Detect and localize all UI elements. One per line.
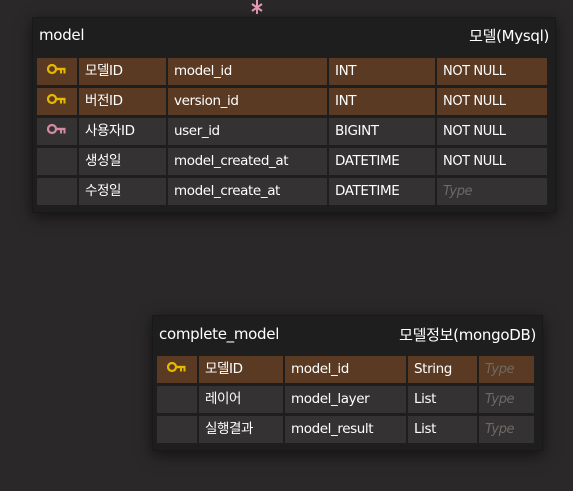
table-logical-name: 모델정보(mongoDB) <box>399 325 536 344</box>
column-physical-name[interactable]: model_created_at <box>168 148 329 175</box>
table-physical-name: complete_model <box>159 325 280 343</box>
column-row[interactable]: 생성일 model_created_at DATETIME NOT NULL <box>37 148 551 175</box>
column-list: 모델ID model_id INT NOT NULL 버전ID version_id INT… <box>33 58 555 212</box>
key-cell <box>157 356 199 383</box>
key-cell <box>37 88 79 115</box>
column-physical-name[interactable]: model_id <box>285 356 408 383</box>
column-row[interactable]: 버전ID version_id INT NOT NULL <box>37 88 551 115</box>
column-data-type[interactable]: DATETIME <box>329 148 437 175</box>
column-logical-name[interactable]: 사용자ID <box>79 118 168 145</box>
column-row[interactable]: 수정일 model_create_at DATETIME Type <box>37 178 551 205</box>
column-physical-name[interactable]: model_layer <box>285 386 408 413</box>
column-data-type[interactable]: DATETIME <box>329 178 437 205</box>
column-row[interactable]: 사용자ID user_id BIGINT NOT NULL <box>37 118 551 145</box>
column-physical-name[interactable]: model_result <box>285 416 408 443</box>
entity-table-complete-model[interactable]: complete_model 모델정보(mongoDB) 모델ID model_i… <box>152 315 543 451</box>
key-cell <box>37 148 79 175</box>
column-nullability[interactable]: Type <box>437 178 547 205</box>
column-logical-name[interactable]: 버전ID <box>79 88 168 115</box>
key-cell <box>37 58 79 85</box>
key-cell <box>37 118 79 145</box>
column-data-type[interactable]: List <box>408 416 479 443</box>
column-physical-name[interactable]: model_create_at <box>168 178 329 205</box>
key-icon <box>46 58 67 85</box>
entity-table-model[interactable]: model 모델(Mysql) 모델ID model_id INT NOT NULL 버… <box>32 17 556 213</box>
column-logical-name[interactable]: 모델ID <box>199 356 285 383</box>
column-logical-name[interactable]: 실행결과 <box>199 416 285 443</box>
table-header[interactable]: model 모델(Mysql) <box>33 18 555 52</box>
column-row[interactable]: 실행결과 model_result List Type <box>157 416 538 443</box>
column-nullability[interactable]: Type <box>479 416 534 443</box>
column-data-type[interactable]: List <box>408 386 479 413</box>
relationship-connector-icon[interactable] <box>250 0 264 14</box>
column-row[interactable]: 모델ID model_id String Type <box>157 356 538 383</box>
column-list: 모델ID model_id String Type 레이어 model_layer List… <box>153 356 542 450</box>
column-physical-name[interactable]: version_id <box>168 88 329 115</box>
table-physical-name: model <box>39 26 85 44</box>
column-nullability[interactable]: NOT NULL <box>437 58 547 85</box>
erd-canvas: model 모델(Mysql) 모델ID model_id INT NOT NULL 버… <box>0 0 573 491</box>
foreign-key-icon <box>46 118 67 145</box>
column-logical-name[interactable]: 생성일 <box>79 148 168 175</box>
column-logical-name[interactable]: 수정일 <box>79 178 168 205</box>
column-nullability[interactable]: Type <box>479 356 534 383</box>
column-data-type[interactable]: String <box>408 356 479 383</box>
column-nullability[interactable]: NOT NULL <box>437 118 547 145</box>
table-logical-name: 모델(Mysql) <box>469 26 549 45</box>
key-cell <box>157 386 199 413</box>
column-data-type[interactable]: INT <box>329 88 437 115</box>
column-data-type[interactable]: BIGINT <box>329 118 437 145</box>
column-logical-name[interactable]: 레이어 <box>199 386 285 413</box>
column-nullability[interactable]: NOT NULL <box>437 88 547 115</box>
column-physical-name[interactable]: user_id <box>168 118 329 145</box>
column-nullability[interactable]: NOT NULL <box>437 148 547 175</box>
column-data-type[interactable]: INT <box>329 58 437 85</box>
key-cell <box>37 178 79 205</box>
key-cell <box>157 416 199 443</box>
column-logical-name[interactable]: 모델ID <box>79 58 168 85</box>
key-icon <box>166 356 187 383</box>
table-header[interactable]: complete_model 모델정보(mongoDB) <box>153 316 542 352</box>
column-physical-name[interactable]: model_id <box>168 58 329 85</box>
column-row[interactable]: 레이어 model_layer List Type <box>157 386 538 413</box>
key-icon <box>46 88 67 115</box>
column-row[interactable]: 모델ID model_id INT NOT NULL <box>37 58 551 85</box>
column-nullability[interactable]: Type <box>479 386 534 413</box>
